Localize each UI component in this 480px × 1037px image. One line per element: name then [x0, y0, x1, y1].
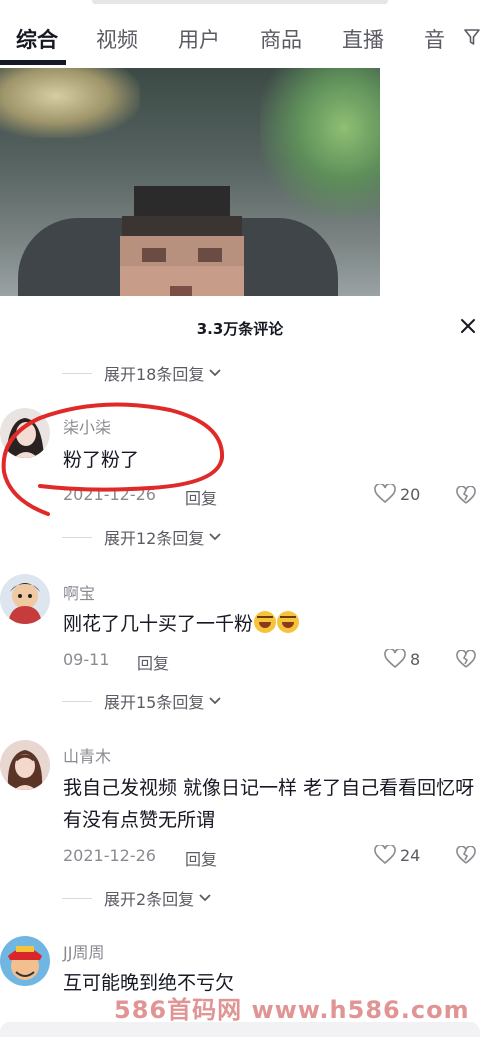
filter-icon[interactable] [464, 28, 480, 46]
broken-heart-icon[interactable] [456, 650, 476, 668]
chevron-down-icon [209, 697, 222, 705]
active-tab-indicator [0, 60, 66, 65]
expand-replies-button[interactable]: 展开2条回复 [62, 887, 212, 909]
avatar[interactable] [0, 574, 50, 624]
tab-live[interactable]: 直播 [342, 24, 384, 54]
expand-replies-button[interactable]: 展开12条回复 [62, 526, 222, 548]
comment-username[interactable]: 啊宝 [63, 580, 95, 604]
avatar[interactable] [0, 740, 50, 790]
heart-icon [374, 484, 396, 504]
comment-username[interactable]: 山青木 [63, 743, 111, 767]
background-plant [260, 68, 380, 218]
chevron-down-icon [209, 369, 222, 377]
pixelated-face [112, 186, 252, 296]
comment-text: 刚花了几十买了一千粉 [63, 608, 475, 640]
like-count: 8 [410, 649, 421, 669]
tab-comprehensive[interactable]: 综合 [16, 24, 58, 54]
expand-replies-label: 展开18条回复 [104, 365, 205, 384]
tab-music[interactable]: 音 [424, 24, 445, 54]
chevron-down-icon [199, 894, 211, 902]
comment-text: 粉了粉了 [63, 449, 140, 471]
expand-replies-button[interactable]: 展开15条回复 [62, 690, 222, 712]
expand-replies-button[interactable]: 展开18条回复 [62, 362, 222, 384]
like-button[interactable]: 24 [374, 845, 420, 865]
laugh-cry-emoji [277, 611, 300, 633]
comment-date: 2021-12-26 [63, 846, 156, 865]
divider-line [62, 700, 92, 702]
avatar[interactable] [0, 408, 50, 458]
comment-date: 2021-12-26 [63, 485, 156, 504]
tab-users[interactable]: 用户 [178, 24, 220, 54]
comment-text: 我自己发视频 就像日记一样 老了自己看看回忆呀 有没有点赞无所谓 [63, 777, 475, 831]
lamp-glow [0, 68, 140, 138]
broken-heart-icon[interactable] [456, 486, 476, 504]
comment-username[interactable]: 柒小柒 [63, 414, 111, 438]
comment-count-title: 3.3万条评论 [196, 320, 284, 338]
reply-button[interactable]: 回复 [137, 650, 169, 674]
expand-replies-label: 展开2条回复 [104, 890, 195, 909]
divider-line [62, 897, 92, 899]
heart-icon [374, 845, 396, 865]
reply-button[interactable]: 回复 [185, 846, 217, 870]
watermark-text: 586首码网 www.h586.com [114, 996, 470, 1024]
broken-heart-icon[interactable] [456, 846, 476, 864]
like-button[interactable]: 8 [384, 649, 420, 669]
search-bar-edge [92, 0, 388, 4]
avatar[interactable] [0, 936, 50, 986]
comment-input-bar-edge[interactable] [0, 1022, 480, 1037]
close-icon[interactable] [460, 318, 476, 334]
tab-video[interactable]: 视频 [96, 24, 138, 54]
like-count: 24 [400, 845, 421, 865]
search-tab-bar: 综合 视频 用户 商品 直播 音 [0, 0, 480, 66]
like-button[interactable]: 20 [374, 484, 420, 504]
comment-username[interactable]: JJ周周 [63, 939, 104, 963]
divider-line [62, 372, 92, 374]
comment-date: 09-11 [63, 650, 110, 669]
laugh-cry-emoji [254, 611, 277, 633]
tab-products[interactable]: 商品 [260, 24, 302, 54]
chevron-down-icon [209, 533, 222, 541]
comment-text-body: 刚花了几十买了一千粉 [63, 613, 254, 635]
like-count: 20 [400, 484, 421, 504]
expand-replies-label: 展开15条回复 [104, 693, 205, 712]
video-thumbnail[interactable] [0, 68, 380, 296]
comment-sheet: 3.3万条评论 展开18条回复 柒小柒 粉了粉了 2021-12-26 回复 2… [0, 296, 480, 1037]
expand-replies-label: 展开12条回复 [104, 529, 205, 548]
divider-line [62, 536, 92, 538]
heart-icon [384, 649, 406, 669]
reply-button[interactable]: 回复 [185, 485, 217, 509]
